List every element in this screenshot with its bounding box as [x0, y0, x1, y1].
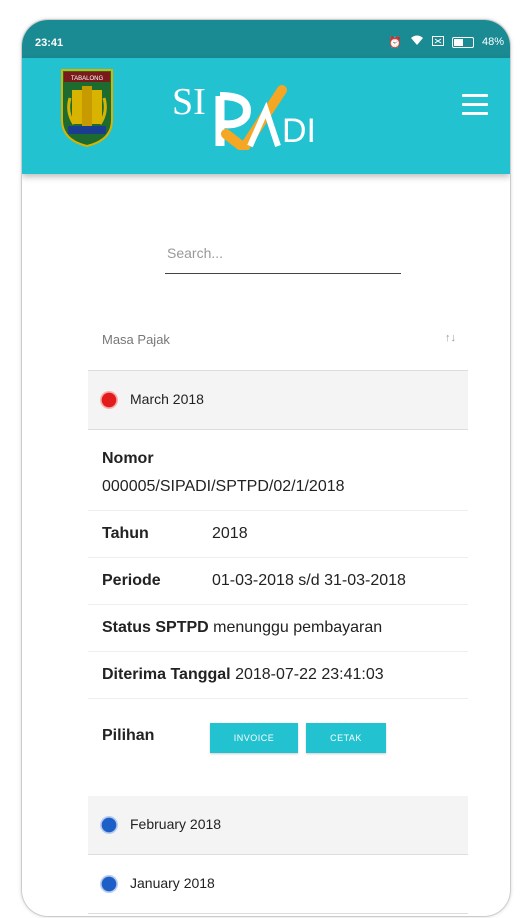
detail-row-tahun: Tahun 2018 [88, 511, 468, 558]
group-row-january-2018[interactable]: January 2018 [88, 855, 468, 914]
sim-icon [431, 35, 444, 49]
pilihan-label: Pilihan [102, 727, 155, 744]
svg-text:DI: DI [282, 112, 316, 150]
status-dot-red-icon [100, 391, 118, 409]
search-input[interactable] [165, 244, 405, 262]
phone-frame: 23:41 ⏰ 48% TABALONG SI DI Search... Mas… [22, 20, 510, 916]
hamburger-line [462, 94, 488, 97]
status-bar: 23:41 ⏰ 48% [22, 20, 510, 58]
battery-icon [451, 36, 474, 48]
detail-panel: Nomor 000005/SIPADI/SPTPD/02/1/2018 Tahu… [88, 432, 468, 791]
svg-text:TABALONG: TABALONG [71, 76, 104, 82]
diterima-value: 2018-07-22 23:41:03 [235, 666, 384, 683]
cetak-button[interactable]: CETAK [306, 723, 386, 753]
group-label: January 2018 [130, 875, 215, 891]
sort-icon[interactable]: ↑↓ [445, 332, 456, 344]
search-field [165, 244, 405, 274]
status-value: menunggu pembayaran [213, 619, 383, 636]
status-label: Status SPTPD [102, 619, 209, 636]
periode-value: 01-03-2018 s/d 31-03-2018 [212, 572, 406, 589]
tahun-label: Tahun [102, 525, 149, 542]
status-dot-blue-icon [100, 816, 118, 834]
alarm-icon: ⏰ [388, 36, 402, 49]
detail-row-nomor: Nomor 000005/SIPADI/SPTPD/02/1/2018 [88, 432, 468, 511]
sort-header-label: Masa Pajak [102, 332, 170, 347]
status-line: Status SPTPD menunggu pembayaran [102, 619, 382, 637]
tahun-value: 2018 [212, 525, 248, 542]
battery-percent: 48% [481, 36, 504, 48]
hamburger-line [462, 103, 488, 106]
sort-header[interactable]: Masa Pajak ↑↓ [88, 318, 468, 371]
detail-row-diterima: Diterima Tanggal 2018-07-22 23:41:03 [88, 652, 468, 699]
group-row-march-2018[interactable]: March 2018 [88, 371, 468, 430]
detail-row-status: Status SPTPD menunggu pembayaran [88, 605, 468, 652]
invoice-button[interactable]: INVOICE [210, 723, 298, 753]
group-label: March 2018 [130, 391, 204, 407]
status-icons: ⏰ 48% [388, 35, 504, 49]
hamburger-line [462, 112, 488, 115]
diterima-label: Diterima Tanggal [102, 666, 231, 683]
group-row-february-2018[interactable]: February 2018 [88, 796, 468, 855]
diterima-line: Diterima Tanggal 2018-07-22 23:41:03 [102, 666, 384, 684]
tabalong-emblem: TABALONG [61, 69, 113, 148]
group-label: February 2018 [130, 816, 222, 832]
detail-row-pilihan: Pilihan INVOICE CETAK [88, 699, 468, 791]
periode-label: Periode [102, 572, 161, 589]
wifi-icon [410, 35, 424, 49]
nomor-value: 000005/SIPADI/SPTPD/02/1/2018 [102, 478, 345, 495]
app-header: TABALONG SI DI [22, 58, 510, 174]
hamburger-menu-button[interactable] [462, 94, 488, 116]
status-dot-blue-icon [100, 875, 118, 893]
nomor-label: Nomor [102, 450, 154, 467]
svg-text:SI: SI [172, 81, 206, 123]
status-time: 23:41 [35, 37, 64, 49]
sipadi-logo: SI DI [172, 81, 316, 150]
detail-row-periode: Periode 01-03-2018 s/d 31-03-2018 [88, 558, 468, 605]
